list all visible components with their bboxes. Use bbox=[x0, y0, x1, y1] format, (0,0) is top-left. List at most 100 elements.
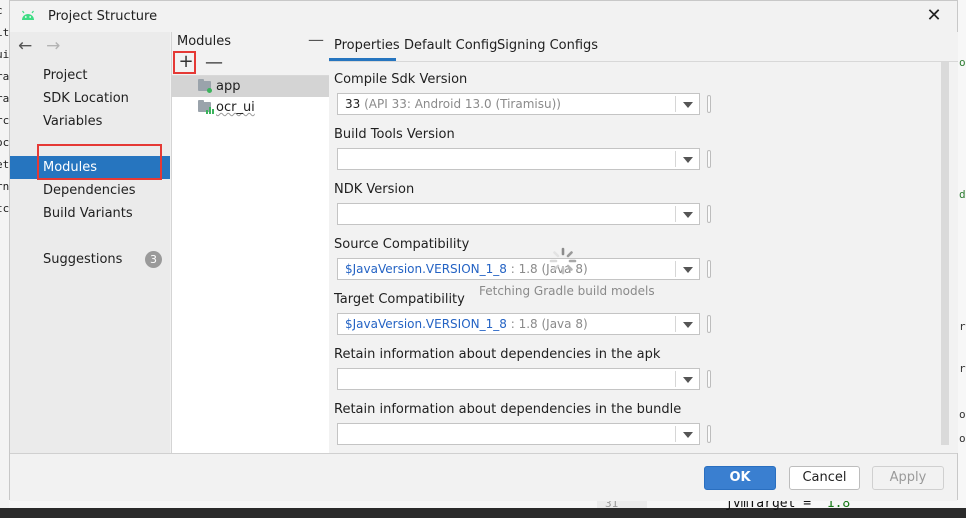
variable-picker-button[interactable] bbox=[707, 425, 711, 443]
bg-fragment: r bbox=[959, 362, 966, 375]
sidebar-item-project[interactable]: Project bbox=[10, 64, 170, 87]
tab-signing-configs[interactable]: Signing Configs bbox=[497, 38, 598, 53]
combo-separator bbox=[675, 151, 676, 167]
variable-picker-button[interactable] bbox=[707, 95, 711, 113]
close-icon[interactable]: ✕ bbox=[923, 5, 945, 27]
properties-form: Compile Sdk Version 33 (API 33: Android … bbox=[329, 62, 949, 453]
loading-spinner-icon bbox=[549, 247, 577, 275]
dropdown-arrow-icon[interactable] bbox=[683, 212, 693, 218]
modules-toolbar: + — bbox=[172, 51, 329, 76]
combo-separator bbox=[675, 261, 676, 277]
dropdown-arrow-icon[interactable] bbox=[683, 432, 693, 438]
bg-fragment: tc bbox=[0, 202, 9, 215]
bg-fragment: r bbox=[959, 320, 966, 333]
project-structure-dialog: Project Structure ✕ ← → Project SDK Loca… bbox=[9, 0, 958, 501]
module-item-ocr-ui[interactable]: ocr_ui bbox=[172, 97, 329, 118]
dropdown-arrow-icon[interactable] bbox=[683, 102, 693, 108]
tab-bar: Properties Default Config Signing Config… bbox=[329, 32, 958, 62]
bg-fragment: ui bbox=[0, 48, 9, 61]
back-arrow-icon[interactable]: ← bbox=[18, 36, 42, 56]
source-compat-label: Source Compatibility bbox=[334, 237, 470, 252]
bg-fragment: rn bbox=[0, 180, 9, 193]
loading-message: Fetching Gradle build models bbox=[479, 284, 655, 298]
sidebar: ← → Project SDK Location Variables Modul… bbox=[10, 32, 170, 453]
combo-value: 33 (API 33: Android 13.0 (Tiramisu)) bbox=[345, 97, 561, 111]
dropdown-arrow-icon[interactable] bbox=[683, 157, 693, 163]
bg-fragment: c bbox=[0, 0, 9, 22]
retain-bundle-combo[interactable] bbox=[337, 423, 700, 445]
background-editor-right: o d r r o o bbox=[958, 0, 966, 508]
bg-fragment: d bbox=[959, 188, 966, 201]
ndk-version-combo[interactable] bbox=[337, 203, 700, 225]
collapse-icon[interactable]: — bbox=[308, 30, 324, 49]
sidebar-item-variables[interactable]: Variables bbox=[10, 110, 170, 133]
module-label: ocr_ui bbox=[216, 100, 255, 115]
sidebar-item-build-variants[interactable]: Build Variants bbox=[10, 202, 170, 225]
module-label: app bbox=[216, 79, 241, 94]
dropdown-arrow-icon[interactable] bbox=[683, 377, 693, 383]
ndk-version-label: NDK Version bbox=[334, 182, 415, 197]
tab-default-config[interactable]: Default Config bbox=[404, 38, 497, 53]
remove-module-button[interactable]: — bbox=[205, 52, 223, 73]
sidebar-item-sdk-location[interactable]: SDK Location bbox=[10, 87, 170, 110]
bg-fragment: ra bbox=[0, 70, 9, 83]
retain-apk-label: Retain information about dependencies in… bbox=[334, 347, 661, 362]
combo-separator bbox=[675, 96, 676, 112]
sidebar-item-suggestions[interactable]: Suggestions 3 bbox=[10, 248, 170, 271]
combo-value-hint: (API 33: Android 13.0 (Tiramisu)) bbox=[360, 97, 561, 111]
dropdown-arrow-icon[interactable] bbox=[683, 267, 693, 273]
compile-sdk-label: Compile Sdk Version bbox=[334, 72, 468, 87]
bg-fragment: o bbox=[959, 432, 966, 445]
combo-separator bbox=[675, 206, 676, 222]
add-module-button[interactable]: + bbox=[177, 53, 195, 71]
dialog-footer: OK Cancel Apply bbox=[10, 453, 957, 501]
tab-properties[interactable]: Properties bbox=[334, 38, 400, 53]
variable-picker-button[interactable] bbox=[707, 205, 711, 223]
modules-header: Modules — bbox=[172, 30, 329, 51]
module-properties-panel: Properties Default Config Signing Config… bbox=[329, 32, 958, 453]
bg-fragment: o bbox=[959, 408, 966, 421]
ok-button[interactable]: OK bbox=[704, 466, 776, 490]
scrollbar[interactable] bbox=[941, 62, 949, 445]
modules-title: Modules bbox=[177, 34, 232, 49]
forward-arrow-icon[interactable]: → bbox=[46, 36, 70, 56]
variable-picker-button[interactable] bbox=[707, 370, 711, 388]
sidebar-item-dependencies[interactable]: Dependencies bbox=[10, 179, 170, 202]
combo-value-main: $JavaVersion.VERSION_1_8 bbox=[345, 317, 507, 331]
bg-fragment: o bbox=[959, 56, 966, 69]
variable-picker-button[interactable] bbox=[707, 315, 711, 333]
build-tools-label: Build Tools Version bbox=[334, 127, 455, 142]
bg-fragment: rc bbox=[0, 114, 9, 127]
title-bar[interactable]: Project Structure ✕ bbox=[10, 1, 957, 32]
combo-separator bbox=[675, 426, 676, 442]
android-app-dot-icon bbox=[207, 88, 212, 93]
apply-button[interactable]: Apply bbox=[872, 466, 944, 490]
combo-value-main: 33 bbox=[345, 97, 361, 111]
nav-arrows: ← → bbox=[18, 36, 70, 56]
combo-value: $JavaVersion.VERSION_1_8 : 1.8 (Java 8) bbox=[345, 317, 588, 331]
retain-apk-combo[interactable] bbox=[337, 368, 700, 390]
combo-value-main: $JavaVersion.VERSION_1_8 bbox=[345, 262, 507, 276]
target-compat-combo[interactable]: $JavaVersion.VERSION_1_8 : 1.8 (Java 8) bbox=[337, 313, 700, 335]
sidebar-item-modules[interactable]: Modules bbox=[10, 156, 170, 179]
variable-picker-button[interactable] bbox=[707, 260, 711, 278]
dialog-body: ← → Project SDK Location Variables Modul… bbox=[10, 30, 958, 453]
bg-fragment: it bbox=[0, 26, 9, 39]
source-compat-combo[interactable]: $JavaVersion.VERSION_1_8 : 1.8 (Java 8) bbox=[337, 258, 700, 280]
active-tab-indicator bbox=[329, 58, 396, 61]
bg-fragment: oc bbox=[0, 136, 9, 149]
sidebar-item-label: Suggestions bbox=[43, 252, 123, 267]
build-tools-combo[interactable] bbox=[337, 148, 700, 170]
variable-picker-button[interactable] bbox=[707, 150, 711, 168]
retain-bundle-label: Retain information about dependencies in… bbox=[334, 402, 682, 417]
compile-sdk-combo[interactable]: 33 (API 33: Android 13.0 (Tiramisu)) bbox=[337, 93, 700, 115]
combo-separator bbox=[675, 316, 676, 332]
window-title: Project Structure bbox=[48, 9, 158, 24]
bg-fragment: et bbox=[0, 158, 9, 171]
dropdown-arrow-icon[interactable] bbox=[683, 322, 693, 328]
target-compat-label: Target Compatibility bbox=[334, 292, 465, 307]
module-item-app[interactable]: app bbox=[172, 76, 329, 97]
android-icon bbox=[22, 10, 34, 20]
combo-separator bbox=[675, 371, 676, 387]
cancel-button[interactable]: Cancel bbox=[789, 466, 860, 490]
